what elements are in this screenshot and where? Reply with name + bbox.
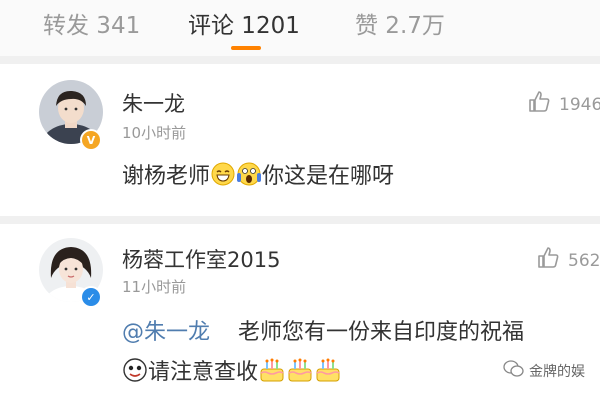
- comment-username[interactable]: 杨蓉工作室2015: [122, 244, 280, 274]
- comment-time: 10小时前: [122, 124, 187, 142]
- watermark: 金牌的娱: [503, 354, 600, 388]
- comment-text-line-2: 请注意查收: [122, 354, 342, 390]
- verified-icon: V: [80, 129, 102, 151]
- cake-emoji: [286, 356, 314, 390]
- comment-item: V 朱一龙 10小时前 1946 谢杨老师 你这是在哪呀: [0, 64, 600, 216]
- comment-time: 11小时前: [122, 278, 187, 296]
- comment-text-part: 谢杨老师: [122, 164, 211, 189]
- tab-likes[interactable]: 赞 2.7万: [355, 6, 445, 40]
- cake-emoji: [314, 356, 342, 390]
- comment-text-line-1: @朱一龙 老师您有一份来自印度的祝福: [122, 314, 524, 346]
- tab-comments[interactable]: 评论 1201: [188, 6, 300, 40]
- like-button[interactable]: 562: [536, 246, 600, 275]
- comment-divider: [0, 216, 600, 224]
- watermark-text: 金牌的娱: [529, 364, 585, 380]
- like-count: 1946: [559, 94, 600, 115]
- comment-text-part: 你这是在哪呀: [262, 164, 395, 189]
- tab-repost[interactable]: 转发 341: [43, 6, 140, 40]
- mention-link[interactable]: @朱一龙: [122, 320, 210, 345]
- comment-text: 谢杨老师 你这是在哪呀: [122, 158, 394, 193]
- active-tab-indicator: [231, 46, 261, 50]
- comment-tabs: 转发 341 评论 1201 赞 2.7万: [0, 0, 600, 56]
- thumbs-up-icon: [536, 246, 560, 275]
- wechat-icon: [503, 360, 525, 382]
- scream-emoji: [236, 161, 262, 193]
- like-button[interactable]: 1946: [527, 90, 600, 119]
- thumbs-up-icon: [527, 90, 551, 119]
- verified-icon: ✓: [80, 286, 102, 308]
- like-count: 562: [568, 250, 600, 271]
- cake-emoji: [258, 356, 286, 390]
- face-emoji: [122, 357, 148, 389]
- comment-text-part: 老师您有一份来自印度的祝福: [238, 320, 525, 345]
- grin-emoji: [210, 161, 236, 193]
- comment-text-part: 请注意查收: [148, 360, 259, 385]
- tabs-divider: [0, 56, 600, 64]
- comment-username[interactable]: 朱一龙: [122, 88, 185, 118]
